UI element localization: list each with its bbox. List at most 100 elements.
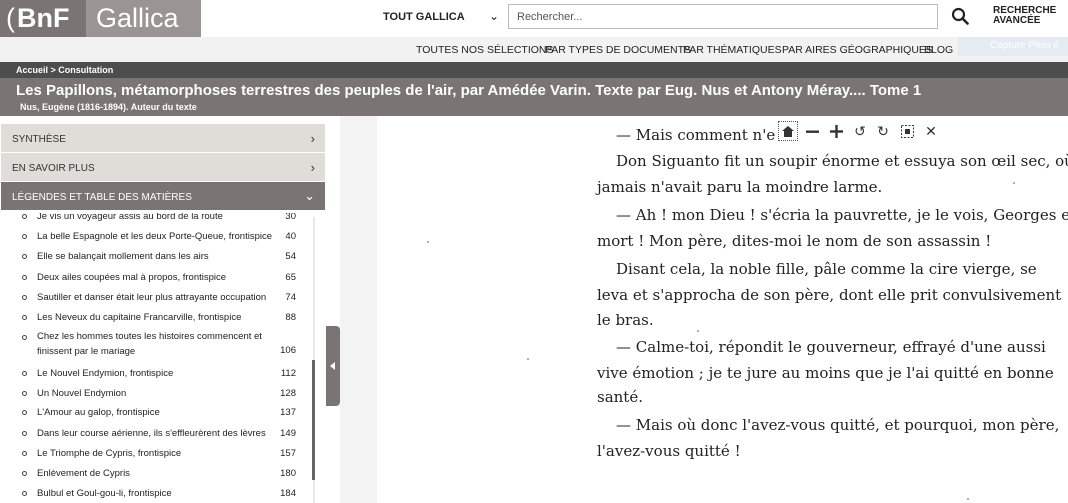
toc-item-label: Dans leur course aérienne, ils s'effleur…: [37, 428, 266, 439]
rotate-right-icon[interactable]: ↻: [873, 121, 893, 141]
section-en-savoir-plus[interactable]: EN SAVOIR PLUS ›: [1, 153, 325, 181]
nav-item-blog[interactable]: BLOG: [924, 44, 953, 56]
home-icon[interactable]: [778, 121, 798, 141]
paper-speck: [697, 330, 699, 332]
bnf-logo[interactable]: ( BnF: [0, 0, 86, 37]
section-en-savoir-plus-label: EN SAVOIR PLUS: [12, 163, 95, 174]
toc-item-page: 30: [285, 213, 296, 222]
toc-item-label: L'Amour au galop, frontispice: [37, 407, 160, 418]
toc-item-label: Chez les hommes toutes les histoires com…: [37, 331, 262, 357]
toc-item-page: 180: [280, 468, 296, 479]
nav-item-document-types[interactable]: PAR TYPES DE DOCUMENTS: [545, 44, 691, 56]
breadcrumb[interactable]: Accueil > Consultation: [0, 62, 1068, 78]
toc-item-page: 88: [285, 312, 296, 323]
page-text-line: leva et s'approcha de son père, dont ell…: [597, 286, 1062, 304]
paper-speck: [527, 358, 529, 360]
bullet-icon: [22, 234, 27, 239]
zoom-in-icon[interactable]: [826, 121, 846, 141]
toc-item-label: Bulbul et Goul-gou-li, frontispice: [37, 488, 172, 499]
page-text-line: — Calme-toi, répondit le gouverneur, eff…: [616, 338, 1046, 356]
top-bar: ( BnF Gallica TOUT GALLICA ⌄ RECHERCHE A…: [0, 0, 1068, 37]
document-header: Les Papillons, métamorphoses terrestres …: [0, 78, 1068, 116]
bullet-icon: [22, 254, 27, 259]
page-title: Les Papillons, métamorphoses terrestres …: [16, 82, 922, 99]
toc-item-label: Le Triomphe de Cypris, frontispice: [37, 448, 182, 459]
bullet-icon: [22, 471, 27, 476]
page-text-line: Don Siguanto fit un soupir énorme et ess…: [616, 152, 1068, 170]
document-viewer[interactable]: — Mais comment n'est-il plu Don Siguanto…: [340, 116, 1068, 503]
toc-item-page: 149: [280, 428, 296, 439]
nav-item-themes[interactable]: PAR THÉMATIQUES: [683, 44, 782, 56]
section-legendes-toc[interactable]: LÉGENDES ET TABLE DES MATIÈRES ⌄: [1, 182, 325, 210]
toc-item-page: 74: [285, 292, 296, 303]
chevron-right-icon: ›: [310, 131, 315, 146]
page-text-line: le bras.: [597, 311, 654, 329]
toc-scrollbar-thumb[interactable]: [312, 360, 315, 480]
toc-item-page: 65: [285, 272, 296, 283]
chevron-down-icon[interactable]: ⌄: [489, 9, 499, 23]
nav-item-geographic-areas[interactable]: PAR AIRES GÉOGRAPHIQUES: [782, 44, 933, 56]
toc-item-page: 106: [280, 345, 296, 356]
toc-item-label: Enlèvement de Cypris: [37, 468, 130, 479]
toc-item-page: 157: [280, 448, 296, 459]
bullet-icon: [22, 295, 27, 300]
toc-item-page: 128: [280, 388, 296, 399]
bullet-icon: [22, 275, 27, 280]
chevron-down-icon: ⌄: [304, 188, 315, 203]
site-name[interactable]: Gallica: [86, 0, 201, 37]
rotate-left-icon[interactable]: ↺: [850, 121, 870, 141]
sidebar: SYNTHÈSE › EN SAVOIR PLUS › LÉGENDES ET …: [0, 116, 326, 503]
toc-item-label: Le Nouvel Endymion, frontispice: [37, 368, 174, 379]
document-author[interactable]: Nus, Eugène (1816-1894). Auteur du texte: [20, 102, 197, 112]
toc-item-label: Sautiller et danser était leur plus attr…: [37, 292, 267, 303]
toc-item-label: Elle se balançait mollement dans les air…: [37, 251, 209, 262]
chevron-left-icon: [330, 362, 335, 370]
section-legendes-toc-label: LÉGENDES ET TABLE DES MATIÈRES: [12, 192, 192, 203]
close-icon[interactable]: ✕: [921, 121, 941, 141]
toc-item[interactable]: Chez les hommes toutes les histoires com…: [0, 331, 312, 364]
page-text-line: — Mais où donc l'avez-vous quitté, et po…: [616, 416, 1060, 434]
search-scope-select[interactable]: TOUT GALLICA: [383, 11, 465, 23]
page-image: — Mais comment n'est-il plu Don Siguanto…: [377, 116, 1068, 503]
paper-speck: [967, 498, 969, 500]
toc-item-page: 112: [280, 368, 296, 379]
toc-item-page: 184: [280, 488, 296, 499]
bullet-icon: [22, 391, 27, 396]
viewer-toolbar: ↺ ↻ ✕: [776, 118, 944, 144]
bullet-icon: [22, 491, 27, 496]
toc-item-page: 54: [285, 251, 296, 262]
section-synthese-label: SYNTHÈSE: [12, 134, 66, 145]
search-input[interactable]: [508, 4, 938, 29]
nav-item-selections[interactable]: TOUTES NOS SÉLECTIONS: [416, 44, 554, 56]
advanced-search-line2: AVANCÉE: [993, 15, 1041, 26]
capture-fullscreen-button[interactable]: Capture Plein é: [958, 37, 1068, 56]
section-synthese[interactable]: SYNTHÈSE ›: [1, 124, 325, 152]
page-text-line: Disant cela, la noble fille, pâle comme …: [616, 260, 1037, 278]
sidebar-collapse-handle[interactable]: [326, 326, 340, 406]
advanced-search-link[interactable]: RECHERCHE AVANCÉE: [993, 6, 1056, 26]
main-nav: TOUTES NOS SÉLECTIONS PAR TYPES DE DOCUM…: [0, 37, 1068, 62]
logo-text: BnF: [17, 3, 70, 33]
page-text-line: jamais n'avait paru la moindre larme.: [597, 178, 883, 196]
page-text-line: vive émotion ; je te jure au moins que j…: [597, 364, 1054, 382]
toc-item-label: La belle Espagnole et les deux Porte-Que…: [37, 231, 273, 242]
page-text-line: mort ! Mon père, dites-moi le nom de son…: [597, 232, 992, 250]
zoom-out-icon[interactable]: [802, 121, 822, 141]
bullet-icon: [22, 371, 27, 376]
toc-item-page: 137: [280, 407, 296, 418]
bullet-icon: [22, 410, 27, 415]
paper-speck: [1013, 182, 1015, 184]
toc-item-label: Deux ailes coupées mal à propos, frontis…: [37, 272, 227, 283]
toc-list: Je vis un voyageur assis au bord de la r…: [0, 213, 312, 503]
fullscreen-icon[interactable]: [897, 121, 917, 141]
logo-brace: (: [6, 3, 15, 33]
bullet-icon: [22, 315, 27, 320]
bullet-icon: [22, 335, 27, 340]
bullet-icon: [22, 431, 27, 436]
paper-speck: [427, 241, 429, 243]
page-text-line: santé.: [597, 388, 643, 406]
page-text-line: — Ah ! mon Dieu ! s'écria la pauvrette, …: [616, 206, 1068, 224]
page-text-line: l'avez-vous quitté !: [597, 442, 741, 460]
search-icon[interactable]: [951, 7, 969, 25]
toc-item-label: Je vis un voyageur assis au bord de la r…: [37, 213, 223, 222]
